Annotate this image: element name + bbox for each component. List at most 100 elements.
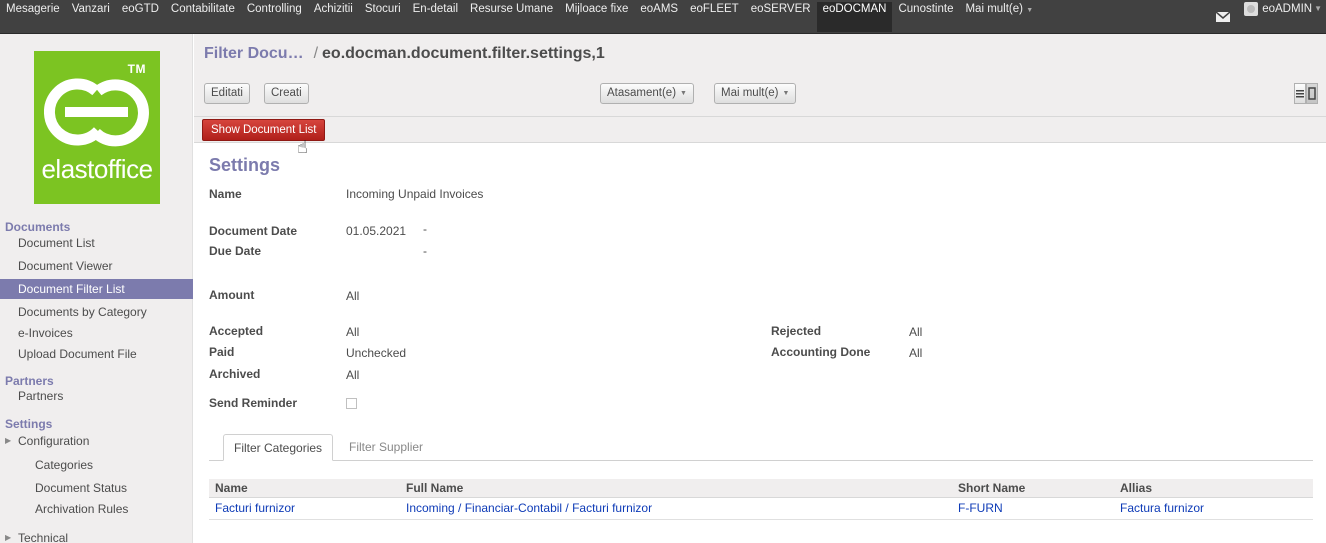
due-date-label: Due Date [209, 244, 262, 258]
sidebar-item-configuration-label: Configuration [18, 434, 90, 448]
paid-value: Unchecked [346, 346, 407, 360]
accepted-label: Accepted [209, 324, 264, 338]
menu-mijloace-fixe[interactable]: Mijloace fixe [559, 2, 634, 32]
menu-mesagerie[interactable]: Mesagerie [0, 2, 66, 32]
cell-name[interactable]: Facturi furnizor [215, 498, 295, 519]
menu-more[interactable]: Mai mult(e) ▼ [959, 2, 1039, 32]
action-bar: Show Document List [194, 117, 1326, 143]
menu-cunostinte[interactable]: Cunostinte [892, 2, 959, 32]
top-menu-bar: Mesagerie Vanzari eoGTD Contabilitate Co… [0, 0, 1326, 34]
breadcrumb-parent[interactable]: Filter Docu… [204, 45, 304, 62]
chevron-down-icon: ▼ [1026, 7, 1034, 14]
cell-allias[interactable]: Factura furnizor [1120, 498, 1204, 519]
breadcrumb-separator: / [313, 45, 319, 62]
table-row[interactable]: Facturi furnizor Incoming / Financiar-Co… [209, 498, 1313, 520]
sidebar-item-technical[interactable]: ▶ Technical [0, 528, 193, 543]
accepted-value: All [346, 325, 360, 339]
sidebar-item-categories[interactable]: Categories [0, 455, 193, 475]
attachments-label: Atasament(e) [607, 87, 677, 99]
amount-label: Amount [209, 288, 255, 302]
more-dropdown[interactable]: Mai mult(e) ▼ [714, 83, 797, 104]
paid-label: Paid [209, 345, 235, 359]
menu-vanzari[interactable]: Vanzari [66, 2, 116, 32]
menu-eodocman[interactable]: eoDOCMAN [816, 2, 893, 32]
menu-achizitii[interactable]: Achizitii [308, 2, 359, 32]
document-date-value: 01.05.2021 [346, 224, 407, 238]
sidebar-item-document-filter-list[interactable]: Document Filter List [0, 279, 193, 299]
table-header: Name Full Name Short Name Allias [209, 479, 1313, 498]
column-header-full-name[interactable]: Full Name [406, 479, 463, 497]
column-header-short-name[interactable]: Short Name [958, 479, 1025, 497]
cell-short-name[interactable]: F-FURN [958, 498, 1003, 519]
archived-value: All [346, 368, 360, 382]
column-header-name[interactable]: Name [215, 479, 248, 497]
user-menu[interactable]: eoADMIN [1262, 2, 1312, 17]
tab-filter-supplier[interactable]: Filter Supplier [339, 434, 433, 461]
hand-cursor-icon: ☝ [297, 137, 308, 157]
sidebar-item-upload-document-file[interactable]: Upload Document File [0, 344, 193, 364]
main-menu: Mesagerie Vanzari eoGTD Contabilitate Co… [0, 0, 1039, 34]
list-view-icon[interactable] [1294, 83, 1306, 104]
menu-eoserver[interactable]: eoSERVER [745, 2, 817, 32]
sidebar: TM elastoffice Documents Document List D… [0, 34, 193, 543]
chevron-down-icon: ▼ [680, 90, 687, 97]
menu-resurse-umane[interactable]: Resurse Umane [464, 2, 559, 32]
sidebar-item-configuration[interactable]: ▶ Configuration [0, 431, 193, 451]
accounting-done-label: Accounting Done [771, 345, 871, 359]
sidebar-section-settings: Settings [5, 417, 53, 431]
accounting-done-value: All [909, 346, 923, 360]
caret-right-icon: ▶ [5, 436, 12, 445]
eo-logo-icon [44, 78, 149, 147]
brand-name: elastoffice [41, 154, 153, 184]
menu-en-detail[interactable]: En-detail [407, 2, 464, 32]
create-button[interactable]: Creati [264, 83, 309, 104]
attachments-dropdown[interactable]: Atasament(e) ▼ [600, 83, 694, 104]
sidebar-item-document-status[interactable]: Document Status [0, 478, 193, 498]
tab-filter-categories[interactable]: Filter Categories [223, 434, 334, 461]
sidebar-item-technical-label: Technical [18, 531, 69, 543]
menu-more-label: Mai mult(e) [965, 3, 1023, 15]
caret-right-icon: ▶ [5, 533, 12, 542]
rejected-label: Rejected [771, 324, 822, 338]
name-label: Name [209, 187, 242, 201]
sidebar-section-documents: Documents [5, 220, 71, 234]
rejected-value: All [909, 325, 923, 339]
more-label: Mai mult(e) [721, 87, 779, 99]
chevron-down-icon[interactable]: ▼ [1314, 4, 1322, 13]
topbar-right: eoADMIN ▼ [1216, 0, 1326, 34]
page-title: Settings [209, 155, 281, 175]
send-reminder-label: Send Reminder [209, 396, 298, 410]
name-value: Incoming Unpaid Invoices [346, 187, 484, 201]
sidebar-item-partners[interactable]: Partners [0, 386, 193, 406]
amount-value: All [346, 289, 360, 303]
due-date-separator: - [423, 244, 427, 258]
elastoffice-logo[interactable]: TM elastoffice [34, 51, 160, 204]
view-header: Filter Docu… / eo.docman.document.filter.s… [194, 34, 1326, 117]
edit-button[interactable]: Editati [204, 83, 250, 104]
envelope-icon[interactable] [1216, 12, 1231, 22]
document-date-separator: - [423, 222, 427, 236]
send-reminder-checkbox[interactable] [346, 398, 357, 409]
sidebar-item-documents-by-category[interactable]: Documents by Category [0, 302, 193, 322]
avatar[interactable] [1244, 2, 1259, 16]
sidebar-item-e-invoices[interactable]: e-Invoices [0, 323, 193, 343]
form-view-icon[interactable] [1306, 83, 1318, 104]
sidebar-item-document-list[interactable]: Document List [0, 233, 193, 253]
menu-contabilitate[interactable]: Contabilitate [165, 2, 241, 32]
sidebar-item-archivation-rules[interactable]: Archivation Rules [0, 499, 193, 519]
menu-eogtd[interactable]: eoGTD [116, 2, 165, 32]
column-header-allias[interactable]: Allias [1120, 479, 1152, 497]
sidebar-item-document-viewer[interactable]: Document Viewer [0, 256, 193, 276]
notebook-tabs: Filter Categories Filter Supplier [209, 434, 1313, 461]
archived-label: Archived [209, 367, 261, 381]
menu-controlling[interactable]: Controlling [241, 2, 308, 32]
breadcrumb: Filter Docu… / eo.docman.document.filter.s… [204, 45, 605, 63]
view-switcher [1294, 83, 1318, 104]
menu-stocuri[interactable]: Stocuri [359, 2, 407, 32]
menu-eoams[interactable]: eoAMS [634, 2, 684, 32]
menu-eofleet[interactable]: eoFLEET [684, 2, 745, 32]
document-date-label: Document Date [209, 224, 298, 238]
chevron-down-icon: ▼ [782, 90, 790, 97]
cell-full-name[interactable]: Incoming / Financiar-Contabil / Facturi … [406, 498, 652, 519]
breadcrumb-current: eo.docman.document.filter.settings,1 [322, 45, 605, 62]
